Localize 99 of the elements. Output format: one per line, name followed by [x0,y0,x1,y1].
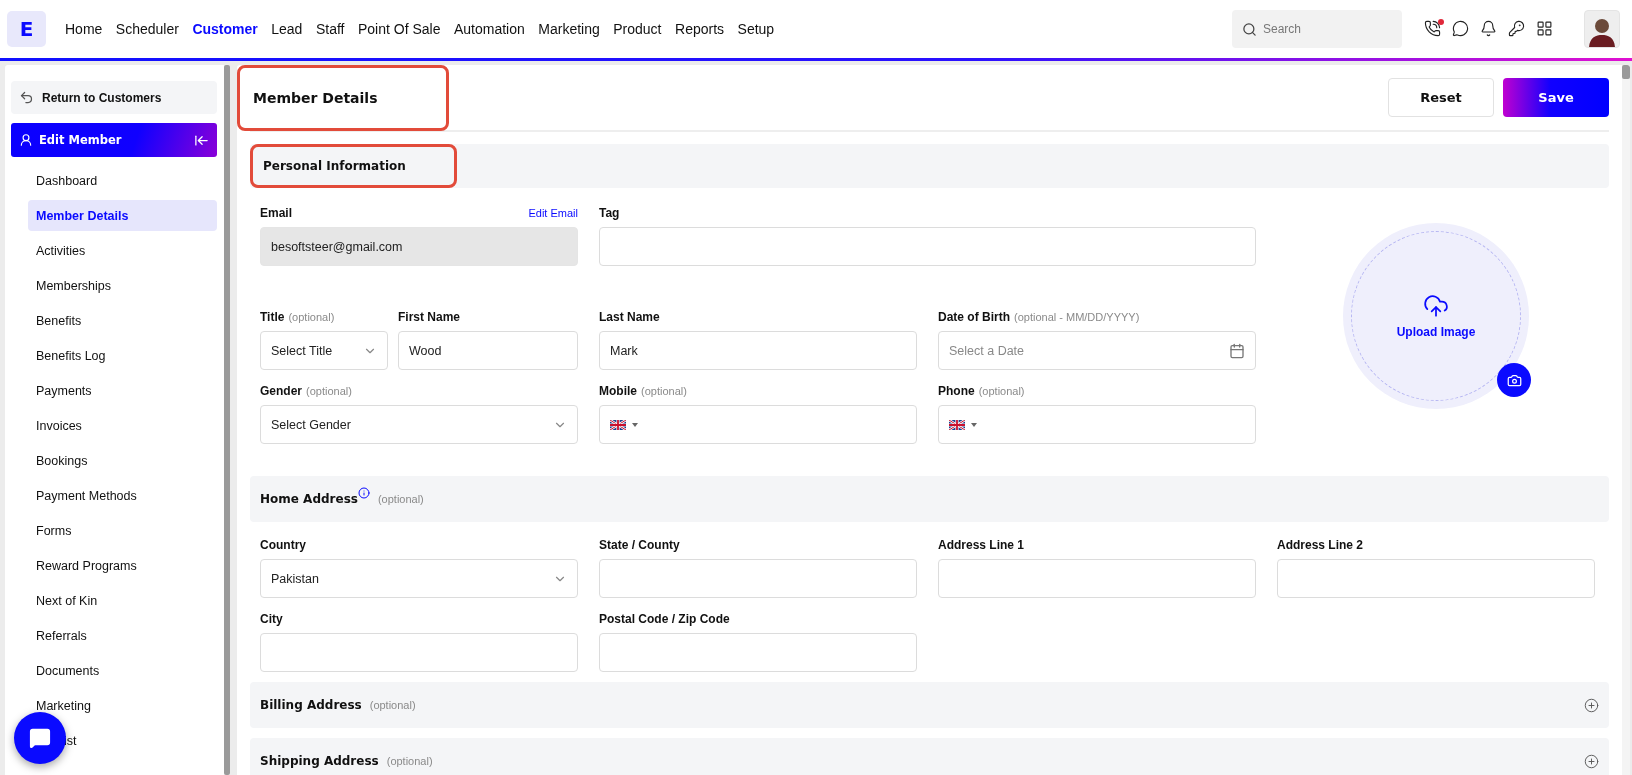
nav-link[interactable]: Reports [675,21,725,37]
upload-icon [1423,293,1449,319]
nav-link[interactable]: Home [65,21,103,37]
optional-hint: (optional) [386,755,433,767]
nav-link[interactable]: Customer [192,21,258,37]
optional-hint: (optional) [377,493,424,505]
sidebar-item[interactable]: Forms [28,515,217,546]
field-label: Last Name [599,310,661,324]
input-field[interactable] [260,633,578,672]
sidebar-item[interactable]: Reward Programs [28,550,217,581]
sidebar-item[interactable]: Invoices [28,410,217,441]
scrollbar[interactable] [224,65,230,775]
sidebar-item[interactable]: Marketing [28,690,217,721]
field-label: Date of Birth (optional - MM/DD/YYYY) [938,310,1141,324]
sidebar-item[interactable]: Payment Methods [28,480,217,511]
notification-dot [1438,19,1444,25]
dropdown[interactable]: Select Title [260,331,388,370]
nav-link[interactable]: Marketing [538,21,600,37]
caret-icon [632,422,638,427]
input-field[interactable] [938,559,1256,598]
reset-button[interactable]: Reset [1388,78,1494,117]
field-label: Address Line 2 [1277,538,1365,552]
section-header[interactable]: Edit Member [11,123,217,157]
sidebar-item[interactable]: Dashboard [28,165,217,196]
section-bar[interactable]: Billing Address (optional) [250,682,1609,728]
back-link[interactable]: Return to Customers [11,81,217,114]
nav-link[interactable]: Product [613,21,662,37]
flag-icon [610,419,626,430]
field-label: State / County [599,538,681,552]
field-label: Gender (optional) [260,384,353,398]
section-title: Billing Address [260,698,362,712]
input-field[interactable] [599,559,917,598]
upload-image-button[interactable]: Upload Image [1343,223,1529,409]
notifications-icon[interactable] [1480,20,1498,38]
sidebar-item[interactable]: Activities [28,235,217,266]
sidebar-item[interactable]: Bookings [28,445,217,476]
date-field[interactable]: Select a Date [938,331,1256,370]
field-label: Postal Code / Zip Code [599,612,731,626]
scrollbar[interactable] [1622,65,1630,775]
page-title: Member Details [237,65,449,131]
apps-icon[interactable] [1536,20,1554,38]
caret-icon [971,422,977,427]
section-title: Personal Information [250,144,457,188]
chat-icon[interactable] [1452,20,1470,38]
sidebar-item[interactable]: Next of Kin [28,585,217,616]
nav-link[interactable]: Staff [315,21,345,37]
sidebar-item[interactable]: Documents [28,655,217,686]
dropdown[interactable]: Select Gender [260,405,578,444]
field-label: Email [260,206,292,220]
field-label: Tag [599,206,621,220]
sidebar-item[interactable]: Member Details [28,200,217,231]
section-bar[interactable]: Shipping Address (optional) [250,738,1609,775]
flag-icon [949,419,965,430]
user-icon [19,133,33,147]
chat-bubble-icon [29,727,51,749]
camera-icon[interactable] [1497,363,1531,397]
expand-icon[interactable] [1584,753,1599,769]
nav-link[interactable]: Setup [737,21,775,37]
sidebar-item[interactable]: ist [64,725,217,756]
expand-icon[interactable] [1584,697,1599,713]
section-title: Shipping Address [260,754,379,768]
field-label: City [260,612,284,626]
section-title: Home Address [260,492,358,506]
field-label: Address Line 1 [938,538,1026,552]
search-field[interactable]: Search [1232,10,1402,48]
nav-link[interactable]: Lead [271,21,303,37]
field-label: Mobile (optional) [599,384,688,398]
section-bar[interactable]: Home Address (optional) [250,476,1609,522]
tag-field[interactable] [599,227,1256,266]
phone-field[interactable] [938,405,1256,444]
phone-field[interactable] [599,405,917,444]
app-logo[interactable]: E [7,11,46,47]
input-field[interactable] [1277,559,1595,598]
sidebar-item[interactable]: Benefits [28,305,217,336]
chat-button[interactable] [14,712,66,764]
nav-link[interactable]: Point Of Sale [357,21,441,37]
avatar[interactable] [1584,10,1620,48]
info-icon[interactable] [357,487,370,499]
nav-link[interactable]: Automation [453,21,525,37]
save-button[interactable]: Save [1503,78,1609,117]
input-field[interactable]: Wood [398,331,578,370]
sidebar-item[interactable]: Benefits Log [28,340,217,371]
dropdown[interactable]: Pakistan [260,559,578,598]
optional-hint: (optional) [369,699,416,711]
key-icon[interactable] [1508,20,1526,38]
nav-link[interactable]: Scheduler [115,21,179,37]
search-icon [1242,21,1257,37]
sidebar-item[interactable]: Payments [28,375,217,406]
sidebar-item[interactable]: Memberships [28,270,217,301]
field-label: Phone (optional) [938,384,1026,398]
field-label: Title (optional) [260,310,336,324]
phone-icon[interactable] [1424,20,1442,38]
input-field[interactable]: Mark [599,331,917,370]
field-label: First Name [398,310,462,324]
calendar-icon [1229,342,1245,359]
field-label: Country [260,538,307,552]
input-field[interactable] [599,633,917,672]
sidebar-item[interactable]: Referrals [28,620,217,651]
back-arrow-icon [19,90,34,105]
